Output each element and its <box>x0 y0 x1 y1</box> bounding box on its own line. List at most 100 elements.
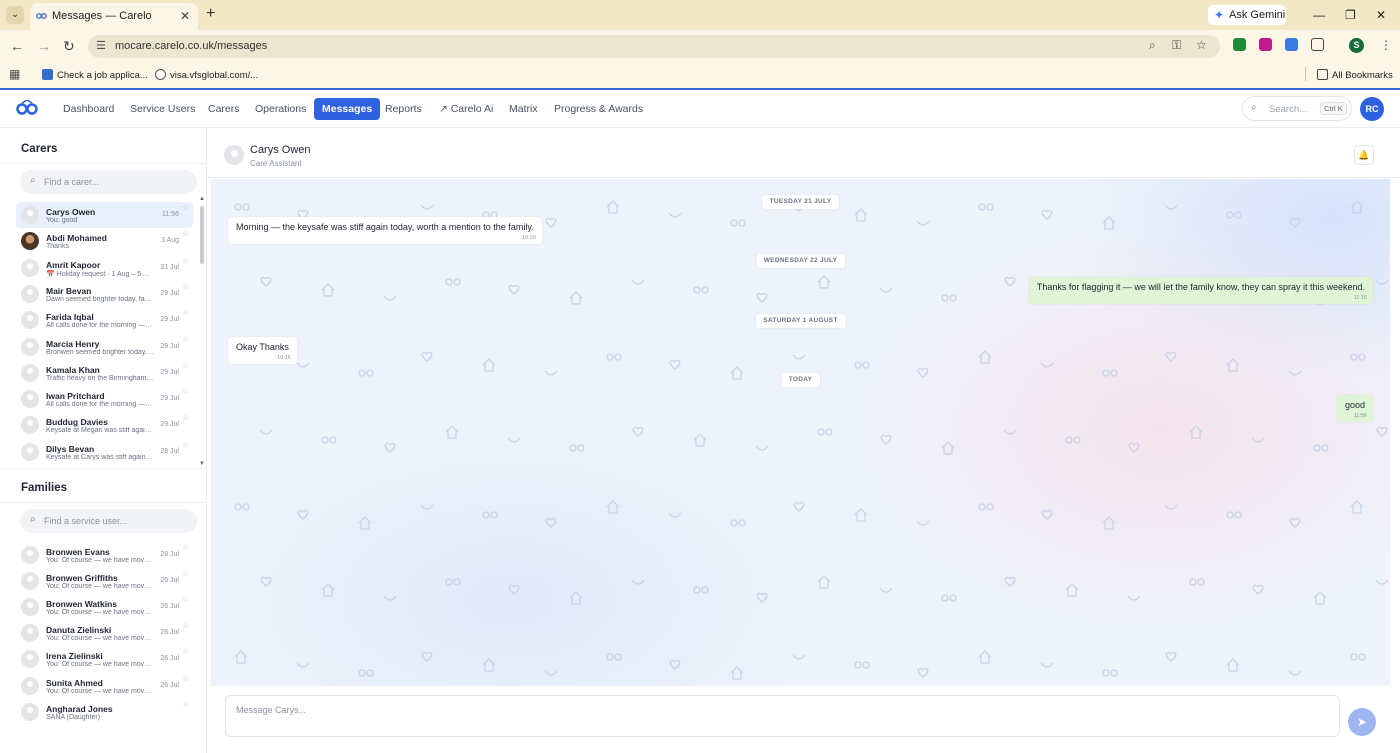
scroll-down-icon[interactable]: ▼ <box>199 461 205 467</box>
all-bookmarks-button[interactable]: All Bookmarks <box>1317 69 1393 81</box>
message-input[interactable]: Message Carys... <box>225 695 1340 737</box>
star-icon[interactable]: ☆ <box>182 256 189 265</box>
omnibox[interactable]: ☰ mocare.carelo.co.uk/messages ⌕ ⚿ ☆ <box>88 35 1220 58</box>
nav-operations[interactable]: Operations <box>247 98 314 120</box>
browser-tab-messages[interactable]: Messages — Carelo ✕ <box>30 3 198 30</box>
conversation-item[interactable]: Kamala Khan Traffic heavy on the Birmingh… <box>16 360 193 386</box>
conversation-item[interactable]: Farida Iqbal All calls done for the morni… <box>16 307 193 333</box>
conversation-item[interactable]: Buddug Davies Keysafe at Megan was stiff … <box>16 412 193 438</box>
nav-messages[interactable]: Messages <box>314 98 381 120</box>
conversation-item[interactable]: Bronwen Evans You: Of course — we have mo… <box>16 542 193 568</box>
conversation-item[interactable]: Bronwen Watkins You: Of course — we have … <box>16 594 193 620</box>
user-avatar[interactable]: RC <box>1360 97 1384 121</box>
extension-icon[interactable] <box>1285 38 1298 51</box>
conversation-item[interactable]: Marcia Henry Bronwen seemed brighter toda… <box>16 334 193 360</box>
bookmark-item[interactable]: Check a job applica... <box>42 69 148 81</box>
star-icon[interactable]: ☆ <box>182 203 189 212</box>
back-arrow-icon[interactable]: ← <box>10 37 24 55</box>
conversation-item[interactable]: Bronwen Griffiths You: Of course — we hav… <box>16 568 193 594</box>
nav-dashboard[interactable]: Dashboard <box>55 98 122 120</box>
star-icon[interactable]: ☆ <box>182 440 189 449</box>
star-icon[interactable]: ☆ <box>182 335 189 344</box>
conversation-item[interactable]: Abdi Mohamed Thanks 3 Aug ☆ <box>16 228 193 254</box>
background-doodle <box>383 295 397 301</box>
background-doodle <box>631 579 645 585</box>
apps-grid-icon[interactable]: ▦ <box>9 67 20 81</box>
star-icon[interactable]: ☆ <box>182 700 189 709</box>
conversation-item[interactable]: Irena Zielinski You: Of course — we have … <box>16 646 193 672</box>
download-extension-icon[interactable] <box>1233 38 1246 51</box>
star-icon[interactable]: ☆ <box>182 413 189 422</box>
conversation-time: 29 Jul <box>160 421 179 429</box>
notification-bell-icon[interactable]: 🔔 <box>1354 145 1374 165</box>
background-doodle <box>296 362 310 368</box>
site-info-icon[interactable]: ☰ <box>96 39 106 52</box>
url-text[interactable]: mocare.carelo.co.uk/messages <box>115 40 267 52</box>
window-close-icon[interactable]: ✕ <box>1376 5 1386 25</box>
nav-carers[interactable]: Carers <box>200 98 248 120</box>
reload-icon[interactable]: ↻ <box>63 37 75 55</box>
forward-arrow-icon[interactable]: → <box>37 37 51 55</box>
nav-reports[interactable]: Reports <box>377 98 430 120</box>
star-icon[interactable]: ☆ <box>182 647 189 656</box>
star-icon[interactable]: ☆ <box>182 674 189 683</box>
profile-avatar[interactable]: S <box>1349 38 1364 53</box>
conversation-item[interactable]: Amrit Kapoor 📅 Holiday request · 1 Aug – … <box>16 255 193 281</box>
star-icon[interactable]: ☆ <box>182 229 189 238</box>
star-icon[interactable]: ☆ <box>182 543 189 552</box>
more-menu-icon[interactable]: ⋮ <box>1380 38 1392 52</box>
message-text: Okay Thanks <box>236 342 289 352</box>
avatar <box>21 442 39 461</box>
conversation-item[interactable]: Carys Owen You: good 11:56 ☆ <box>16 202 193 228</box>
background-doodle <box>234 203 250 211</box>
extensions-puzzle-icon[interactable] <box>1311 38 1324 51</box>
bookmark-item[interactable]: visa.vfsglobal.com/... <box>155 69 258 81</box>
nav-progress-awards[interactable]: Progress & Awards <box>546 98 651 120</box>
password-key-icon[interactable]: ⚿ <box>1172 38 1181 53</box>
tab-search-icon[interactable]: ⌄ <box>6 6 24 24</box>
restore-icon[interactable]: ❐ <box>1345 5 1356 25</box>
star-icon[interactable]: ☆ <box>182 308 189 317</box>
carelo-logo-icon[interactable] <box>16 100 38 116</box>
send-button[interactable]: ➤ <box>1348 708 1376 736</box>
ask-gemini-button[interactable]: ✦ Ask Gemini <box>1208 5 1286 25</box>
background-doodle <box>669 359 681 370</box>
star-icon[interactable]: ☆ <box>182 621 189 630</box>
background-doodle <box>1226 211 1242 219</box>
conversation-item[interactable]: Iwan Pritchard All calls done for the mor… <box>16 386 193 412</box>
conversation-item[interactable]: Dilys Bevan Keysafe at Carys was stiff ag… <box>16 439 193 465</box>
nav-matrix[interactable]: Matrix <box>501 98 546 120</box>
nav-carelo-ai[interactable]: ↗ Carelo Ai <box>431 98 501 120</box>
zoom-icon[interactable]: ⌕ <box>1149 38 1156 53</box>
star-icon[interactable]: ☆ <box>182 282 189 291</box>
carer-search-input[interactable]: ⌕ Find a carer... <box>20 170 197 194</box>
new-tab-button[interactable]: + <box>206 4 215 24</box>
extension-icon[interactable] <box>1259 38 1272 51</box>
service-user-search-input[interactable]: ⌕ Find a service user... <box>20 509 197 533</box>
star-icon[interactable]: ☆ <box>182 569 189 578</box>
conversation-name: Bronwen Griffiths <box>46 573 118 584</box>
conversation-item[interactable]: Sunita Ahmed You: Of course — we have mov… <box>16 673 193 699</box>
star-icon[interactable]: ☆ <box>182 387 189 396</box>
background-doodle <box>1065 583 1079 597</box>
tab-close-icon[interactable]: ✕ <box>180 3 190 29</box>
conversation-item[interactable]: Mair Bevan Dawn seemed brighter today, fa… <box>16 281 193 307</box>
nav-service-users[interactable]: Service Users <box>122 98 203 120</box>
global-search-input[interactable]: ⌕ Search... Ctrl K <box>1242 96 1352 121</box>
conversation-preview: Dawn seemed brighter today, famil... <box>46 295 154 303</box>
background-doodle <box>1288 370 1302 376</box>
conversation-item[interactable]: Angharad Jones SANA (Daughter) ☆ <box>16 699 193 725</box>
conversation-name: Danuta Zielinski <box>46 625 112 636</box>
bookmark-star-icon[interactable]: ☆ <box>1196 38 1207 52</box>
message-text: Morning — the keysafe was stiff again to… <box>236 222 534 232</box>
carer-list-scrollbar[interactable] <box>200 206 204 264</box>
minimize-icon[interactable]: — <box>1313 5 1325 25</box>
background-doodle <box>421 351 433 362</box>
background-doodle <box>1041 209 1053 220</box>
conversation-item[interactable]: Danuta Zielinski You: Of course — we have… <box>16 620 193 646</box>
star-icon[interactable]: ☆ <box>182 595 189 604</box>
background-doodle <box>321 583 335 597</box>
scroll-up-icon[interactable]: ▲ <box>199 196 205 202</box>
carers-section-title: Carers <box>21 143 58 155</box>
star-icon[interactable]: ☆ <box>182 361 189 370</box>
